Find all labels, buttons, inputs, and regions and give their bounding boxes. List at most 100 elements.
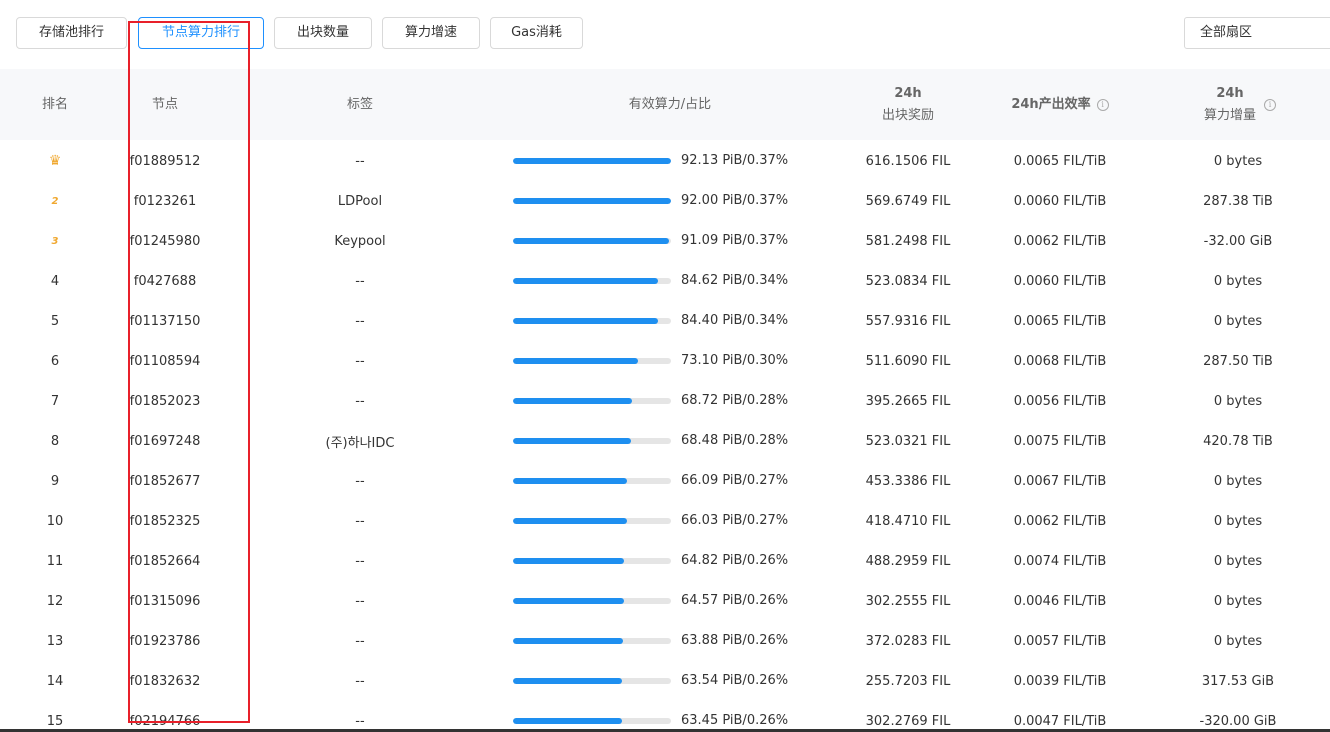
power-value: 66.03 PiB/0.27% bbox=[681, 513, 789, 528]
tab-node-power-ranking[interactable]: 节点算力排行 bbox=[138, 17, 264, 49]
tag-cell: -- bbox=[355, 473, 365, 489]
growth-cell: 287.38 TiB bbox=[1203, 193, 1273, 209]
rank-medal-icon: 2 bbox=[51, 195, 59, 207]
node-id-link[interactable]: f0123261 bbox=[115, 181, 215, 221]
power-progress-fill bbox=[513, 238, 669, 244]
node-id-link[interactable]: f01852677 bbox=[115, 461, 215, 501]
header-rank: 排名 bbox=[41, 96, 68, 112]
power-value: 68.48 PiB/0.28% bbox=[681, 433, 789, 448]
reward-cell: 557.9316 FIL bbox=[865, 313, 951, 329]
sector-filter-select[interactable]: 全部扇区 bbox=[1184, 17, 1330, 49]
tag-cell: -- bbox=[355, 313, 365, 329]
node-id-link[interactable]: f01108594 bbox=[115, 341, 215, 381]
rank-cell: 2 bbox=[20, 181, 90, 221]
power-progress-fill bbox=[513, 678, 622, 684]
node-id-link[interactable]: f01137150 bbox=[115, 301, 215, 341]
node-id-link[interactable]: f01923786 bbox=[115, 621, 215, 661]
tab-power-growth[interactable]: 算力增速 bbox=[382, 17, 480, 49]
growth-cell: 0 bytes bbox=[1213, 153, 1263, 169]
node-id-link[interactable]: f01832632 bbox=[115, 661, 215, 701]
reward-cell: 418.4710 FIL bbox=[865, 513, 951, 529]
table-row[interactable]: 3 f01245980 Keypool 91.09 PiB/0.37% 581.2498… bbox=[0, 221, 1330, 261]
power-value: 68.72 PiB/0.28% bbox=[681, 393, 789, 408]
tab-gas-consumption[interactable]: Gas消耗 bbox=[490, 17, 583, 49]
table-row[interactable]: 15 f02194766 -- 63.45 PiB/0.26% 302.2769 FIL… bbox=[0, 701, 1330, 732]
reward-cell: 302.2769 FIL bbox=[865, 713, 951, 729]
header-reward: 24h 出块奖励 bbox=[858, 69, 958, 140]
crown-icon: ♛ bbox=[48, 153, 62, 169]
growth-cell: 0 bytes bbox=[1213, 513, 1263, 529]
power-value: 66.09 PiB/0.27% bbox=[681, 473, 789, 488]
growth-cell: -32.00 GiB bbox=[1203, 233, 1273, 249]
table-row[interactable]: 9 f01852677 -- 66.09 PiB/0.27% 453.3386 FIL 0… bbox=[0, 461, 1330, 501]
table-row[interactable]: 7 f01852023 -- 68.72 PiB/0.28% 395.2665 FIL 0… bbox=[0, 381, 1330, 421]
power-progress-bar bbox=[513, 478, 671, 484]
header-power: 有效算力/占比 bbox=[628, 96, 712, 112]
node-id-link[interactable]: f01315096 bbox=[115, 581, 215, 621]
info-icon[interactable]: i bbox=[1264, 99, 1276, 111]
reward-cell: 511.6090 FIL bbox=[865, 353, 951, 369]
growth-cell: 0 bytes bbox=[1213, 273, 1263, 289]
node-id-link[interactable]: f01852325 bbox=[115, 501, 215, 541]
power-progress-fill bbox=[513, 558, 624, 564]
table-row[interactable]: 11 f01852664 -- 64.82 PiB/0.26% 488.2959 FIL… bbox=[0, 541, 1330, 581]
table-row[interactable]: 13 f01923786 -- 63.88 PiB/0.26% 372.0283 FIL… bbox=[0, 621, 1330, 661]
tag-cell: -- bbox=[355, 713, 365, 729]
node-id-link[interactable]: f01852023 bbox=[115, 381, 215, 421]
header-growth-top: 24h bbox=[1216, 85, 1244, 101]
growth-cell: 287.50 TiB bbox=[1203, 353, 1273, 369]
rank-cell: 12 bbox=[46, 593, 64, 609]
power-value: 63.54 PiB/0.26% bbox=[681, 673, 789, 688]
growth-cell: -320.00 GiB bbox=[1199, 713, 1277, 729]
table-row[interactable]: 14 f01832632 -- 63.54 PiB/0.26% 255.7203 FIL… bbox=[0, 661, 1330, 701]
power-progress-bar bbox=[513, 598, 671, 604]
power-progress-fill bbox=[513, 478, 627, 484]
reward-cell: 372.0283 FIL bbox=[865, 633, 951, 649]
power-progress-bar bbox=[513, 238, 671, 244]
tab-block-count[interactable]: 出块数量 bbox=[274, 17, 372, 49]
tag-cell: Keypool bbox=[334, 233, 386, 249]
tag-cell: -- bbox=[355, 353, 365, 369]
growth-cell: 420.78 TiB bbox=[1203, 433, 1273, 449]
power-progress-bar bbox=[513, 678, 671, 684]
power-value: 64.82 PiB/0.26% bbox=[681, 553, 789, 568]
reward-cell: 581.2498 FIL bbox=[865, 233, 951, 249]
efficiency-cell: 0.0057 FIL/TiB bbox=[1013, 633, 1107, 649]
tab-pool-ranking[interactable]: 存储池排行 bbox=[16, 17, 127, 49]
table-row[interactable]: 12 f01315096 -- 64.57 PiB/0.26% 302.2555 FIL… bbox=[0, 581, 1330, 621]
node-id-link[interactable]: f01245980 bbox=[115, 221, 215, 261]
table-row[interactable]: 2 f0123261 LDPool 92.00 PiB/0.37% 569.6749 F… bbox=[0, 181, 1330, 221]
rank-cell: 3 bbox=[20, 221, 90, 261]
reward-cell: 453.3386 FIL bbox=[865, 473, 951, 489]
power-progress-fill bbox=[513, 598, 624, 604]
tag-cell: -- bbox=[355, 153, 365, 169]
node-id-link[interactable]: f0427688 bbox=[115, 261, 215, 301]
power-progress-fill bbox=[513, 718, 622, 724]
efficiency-cell: 0.0074 FIL/TiB bbox=[1013, 553, 1107, 569]
table-row[interactable]: ♛ f01889512 -- 92.13 PiB/0.37% 616.1506 FIL 0… bbox=[0, 141, 1330, 181]
node-id-link[interactable]: f01697248 bbox=[115, 421, 215, 461]
tag-cell: -- bbox=[355, 673, 365, 689]
power-progress-fill bbox=[513, 278, 658, 284]
node-id-link[interactable]: f01889512 bbox=[115, 141, 215, 181]
power-value: 92.00 PiB/0.37% bbox=[681, 193, 789, 208]
table-row[interactable]: 4 f0427688 -- 84.62 PiB/0.34% 523.0834 FIL 0.… bbox=[0, 261, 1330, 301]
efficiency-cell: 0.0068 FIL/TiB bbox=[1013, 353, 1107, 369]
node-id-link[interactable]: f02194766 bbox=[115, 701, 215, 732]
table-row[interactable]: 5 f01137150 -- 84.40 PiB/0.34% 557.9316 FIL 0… bbox=[0, 301, 1330, 341]
efficiency-cell: 0.0046 FIL/TiB bbox=[1013, 593, 1107, 609]
table-row[interactable]: 6 f01108594 -- 73.10 PiB/0.30% 511.6090 FIL 0… bbox=[0, 341, 1330, 381]
node-id-link[interactable]: f01852664 bbox=[115, 541, 215, 581]
table-row[interactable]: 8 f01697248 (주)하나IDC 68.48 PiB/0.28% 523.032… bbox=[0, 421, 1330, 461]
power-progress-fill bbox=[513, 158, 671, 164]
header-node: 节点 bbox=[151, 96, 178, 112]
power-value: 63.45 PiB/0.26% bbox=[681, 713, 789, 728]
growth-cell: 0 bytes bbox=[1213, 473, 1263, 489]
growth-cell: 0 bytes bbox=[1213, 393, 1263, 409]
table-row[interactable]: 10 f01852325 -- 66.03 PiB/0.27% 418.4710 FIL… bbox=[0, 501, 1330, 541]
growth-cell: 0 bytes bbox=[1213, 593, 1263, 609]
info-icon[interactable]: i bbox=[1096, 98, 1109, 111]
reward-cell: 302.2555 FIL bbox=[865, 593, 951, 609]
tag-cell: (주)하나IDC bbox=[325, 435, 395, 451]
power-value: 63.88 PiB/0.26% bbox=[681, 633, 789, 648]
